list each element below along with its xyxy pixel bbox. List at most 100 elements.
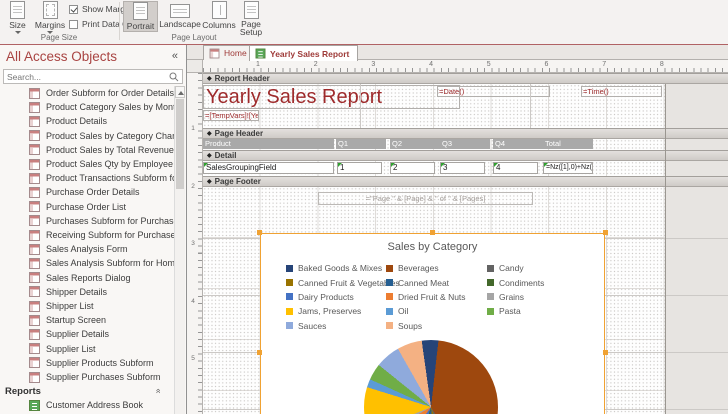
resize-handle[interactable] xyxy=(257,350,262,355)
pie-chart xyxy=(364,340,498,414)
form-icon xyxy=(29,328,40,340)
resize-handle[interactable] xyxy=(603,350,608,355)
section-bar-page-header[interactable]: ◆ Page Header xyxy=(203,128,728,139)
form-icon xyxy=(29,130,40,142)
form-icon xyxy=(29,215,40,227)
shutter-close-icon[interactable]: « xyxy=(172,50,178,62)
ruler-mark: 4 xyxy=(191,297,195,305)
legend-swatch xyxy=(386,293,393,301)
portrait-button[interactable]: Portrait xyxy=(123,1,158,32)
ruler-corner-selector[interactable] xyxy=(187,60,203,73)
nav-item-form[interactable]: Shipper List xyxy=(0,299,174,313)
nav-item-form[interactable]: Startup Screen xyxy=(0,313,174,327)
nav-item-form[interactable]: Supplier Details xyxy=(0,327,174,341)
nav-item-form[interactable]: Product Transactions Subform for Product… xyxy=(0,171,174,185)
tab-yearly-sales-report[interactable]: Yearly Sales Report xyxy=(249,45,359,61)
report-design-surface: ◆ Report Header ◆ Page Header ◆ Detail ◆ Pag… xyxy=(203,73,728,414)
page-number-textbox[interactable]: ="Page " & [Page] & " of " & [Pages] xyxy=(318,192,533,205)
section-selector-icon: ◆ xyxy=(207,131,212,137)
detail-value-textbox[interactable]: 3 xyxy=(440,162,485,174)
detail-value-textbox[interactable]: 1 xyxy=(337,162,382,174)
form-icon xyxy=(29,286,40,298)
nav-item-form[interactable]: Supplier Purchases Subform xyxy=(0,370,174,384)
form-icon xyxy=(209,48,220,58)
column-header-label[interactable]: Q3 xyxy=(440,139,490,149)
collapse-group-icon[interactable]: » xyxy=(152,389,162,394)
grouping-field-textbox[interactable]: SalesGroupingField xyxy=(203,162,334,174)
legend-item: Dairy Products xyxy=(286,290,386,304)
form-icon xyxy=(29,172,40,184)
column-header-label[interactable]: Q2 xyxy=(390,139,440,149)
column-header-label[interactable]: Product xyxy=(203,139,334,149)
nav-item-form[interactable]: Purchases Subform for Purchase Order Det… xyxy=(0,214,174,228)
nav-item-form[interactable]: Receiving Subform for Purchase Order Det… xyxy=(0,228,174,242)
form-icon xyxy=(29,257,40,269)
detail-value-textbox[interactable]: 4 xyxy=(493,162,538,174)
nav-item-form[interactable]: Supplier List xyxy=(0,342,174,356)
form-icon xyxy=(29,158,40,170)
nav-item-report[interactable]: Customer Address Book xyxy=(0,398,174,412)
ruler-mark: 7 xyxy=(602,61,607,68)
legend-item: Baked Goods & Mixes xyxy=(286,261,386,275)
nav-item-form[interactable]: Purchase Order Details xyxy=(0,185,174,199)
legend-swatch xyxy=(487,264,494,272)
nav-item-form[interactable]: Product Details xyxy=(0,114,174,128)
column-header-label[interactable]: Total xyxy=(543,139,593,149)
section-selector-icon: ◆ xyxy=(207,76,212,82)
horizontal-ruler[interactable]: 1 2 3 4 5 6 7 8 xyxy=(203,60,728,73)
navigation-pane: All Access Objects « Order Subform for O… xyxy=(0,45,187,414)
resize-handle[interactable] xyxy=(603,230,608,235)
search-input[interactable] xyxy=(7,70,167,83)
nav-item-form[interactable]: Order Subform for Order Details xyxy=(0,86,174,100)
nav-group-header-reports[interactable]: Reports» xyxy=(0,384,174,398)
form-icon xyxy=(29,229,40,241)
report-icon xyxy=(255,48,266,59)
legend-swatch xyxy=(286,293,293,301)
nav-item-form[interactable]: Sales Reports Dialog xyxy=(0,271,174,285)
nav-item-form[interactable]: Product Category Sales by Month xyxy=(0,100,174,114)
nav-item-form[interactable]: Sales Analysis Form xyxy=(0,242,174,256)
ruler-mark: 8 xyxy=(659,61,664,68)
nav-item-form[interactable]: Product Sales by Category Chart xyxy=(0,129,174,143)
page-size-group-label: Page Size xyxy=(40,33,78,42)
scroll-up-icon[interactable] xyxy=(175,86,185,98)
tab-home[interactable]: Home xyxy=(203,45,256,60)
nav-item-form[interactable]: Sales Analysis Subform for Home Chart xyxy=(0,256,174,270)
scrollbar-thumb[interactable] xyxy=(176,99,184,189)
ribbon: Size Margins Show Margins Print Data Onl… xyxy=(0,0,728,45)
nav-item-form[interactable]: Supplier Products Subform xyxy=(0,356,174,370)
total-expression-textbox[interactable]: =Nz([1],0)+Nz( xyxy=(543,162,593,174)
nav-pane-title: All Access Objects xyxy=(6,49,118,64)
landscape-button[interactable]: Landscape xyxy=(159,1,201,29)
size-button[interactable]: Size xyxy=(4,1,31,34)
checkbox-checked-icon xyxy=(69,4,78,14)
report-title-textbox[interactable]: Yearly Sales Report xyxy=(203,85,460,109)
ruler-mark: 5 xyxy=(486,61,491,68)
nav-item-form[interactable]: Product Sales Qty by Employee Chart xyxy=(0,157,174,171)
ruler-mark: 1 xyxy=(191,125,195,132)
legend-swatch xyxy=(286,322,293,330)
section-bar-page-footer[interactable]: ◆ Page Footer xyxy=(203,176,728,187)
column-header-label[interactable]: Q1 xyxy=(336,139,386,149)
time-expression-textbox[interactable]: =Time() xyxy=(581,86,662,97)
nav-item-form[interactable]: Product Sales by Total Revenue Chart xyxy=(0,143,174,157)
year-expression-textbox[interactable]: =[TempVars]![Year] xyxy=(203,110,259,121)
nav-item-form[interactable]: Purchase Order List xyxy=(0,200,174,214)
resize-handle[interactable] xyxy=(257,230,262,235)
section-bar-report-header[interactable]: ◆ Report Header xyxy=(203,73,728,84)
section-bar-detail[interactable]: ◆ Detail xyxy=(203,150,728,161)
detail-value-textbox[interactable]: 2 xyxy=(390,162,435,174)
resize-handle[interactable] xyxy=(430,230,435,235)
page-setup-button[interactable]: Page Setup xyxy=(237,1,265,36)
nav-scrollbar[interactable] xyxy=(174,86,185,414)
column-header-label[interactable]: Q4 xyxy=(493,139,543,149)
vertical-ruler[interactable]: 1 2 3 4 5 xyxy=(187,73,203,414)
legend-swatch xyxy=(487,307,494,315)
columns-button[interactable]: Columns xyxy=(202,1,236,30)
search-icon[interactable] xyxy=(169,72,179,82)
form-icon xyxy=(29,343,40,355)
margins-button[interactable]: Margins xyxy=(33,1,67,34)
date-expression-textbox[interactable]: =Date() xyxy=(437,86,550,97)
sales-by-category-chart[interactable]: Sales by Category Baked Goods & Mixes Bev… xyxy=(260,233,605,414)
nav-item-form[interactable]: Shipper Details xyxy=(0,285,174,299)
